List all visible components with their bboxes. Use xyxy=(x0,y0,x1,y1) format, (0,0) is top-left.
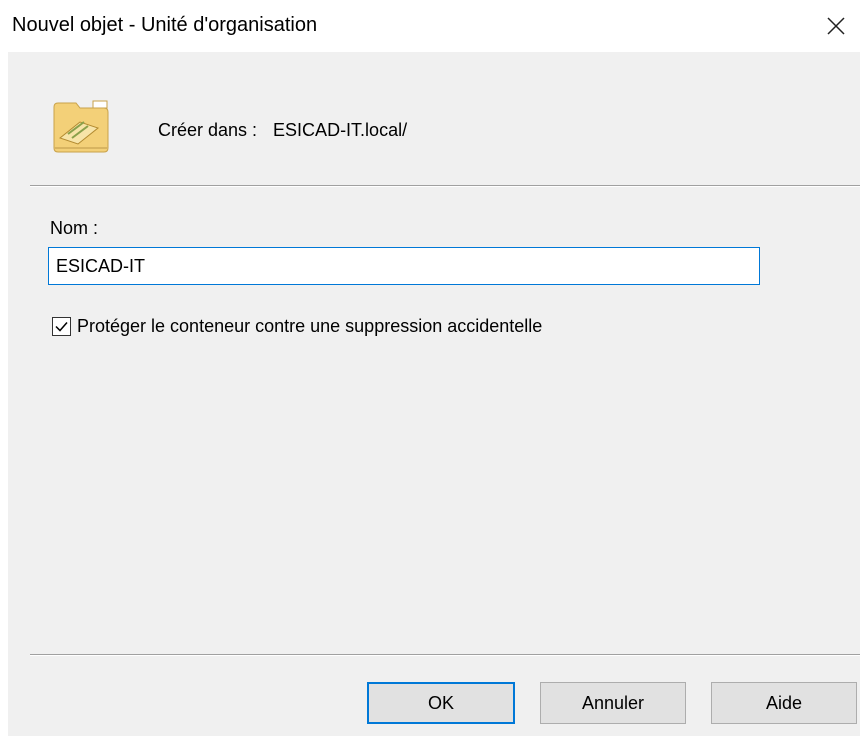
window-title: Nouvel objet - Unité d'organisation xyxy=(12,14,318,36)
name-input[interactable] xyxy=(48,247,760,285)
ok-button[interactable]: OK xyxy=(367,682,515,724)
checkmark-icon xyxy=(55,321,68,332)
top-separator xyxy=(30,185,860,187)
create-in-row: Créer dans : ESICAD-IT.local/ xyxy=(158,118,407,142)
title-bar: Nouvel objet - Unité d'organisation xyxy=(0,0,860,52)
help-button[interactable]: Aide xyxy=(711,682,857,724)
close-button[interactable] xyxy=(818,8,854,44)
name-label: Nom : xyxy=(50,218,99,238)
create-in-path: ESICAD-IT.local/ xyxy=(273,120,408,140)
protect-checkbox[interactable] xyxy=(52,316,71,336)
close-icon xyxy=(827,17,845,35)
protect-checkbox-row[interactable]: Protéger le conteneur contre une suppres… xyxy=(52,314,542,338)
bottom-separator xyxy=(30,654,860,656)
dialog-body: Créer dans : ESICAD-IT.local/ Nom : Proté… xyxy=(8,52,860,736)
organizational-unit-folder-icon xyxy=(53,100,109,153)
create-in-label: Créer dans : xyxy=(158,120,258,140)
cancel-button[interactable]: Annuler xyxy=(540,682,686,724)
protect-checkbox-label: Protéger le conteneur contre une suppres… xyxy=(77,316,543,336)
